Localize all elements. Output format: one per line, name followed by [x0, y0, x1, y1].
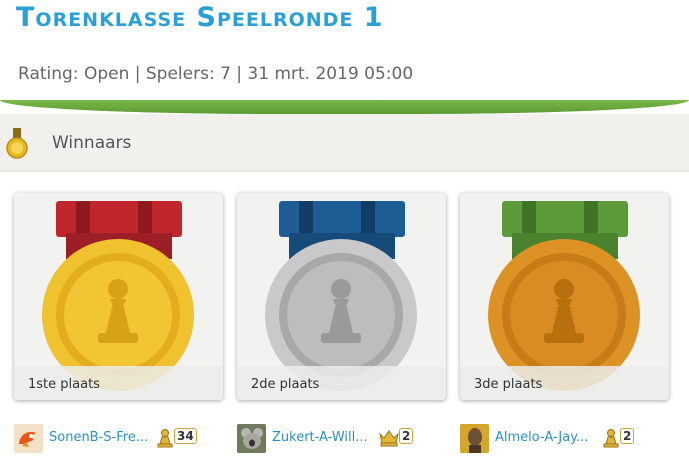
dragon-avatar[interactable]: [14, 424, 43, 453]
trophy-count: 2: [620, 428, 635, 444]
second-place-card[interactable]: 2de plaats: [237, 193, 446, 400]
trophy-count: 2: [399, 428, 414, 444]
winner-first: SonenB-S-Fre... 34: [14, 424, 214, 454]
koala-avatar[interactable]: [237, 424, 266, 453]
pawn-trophy-icon: [603, 429, 619, 448]
queen-trophy-icon: [379, 430, 399, 447]
winner-second: Zukert-A-Will... 2: [237, 424, 437, 454]
winners-section-header: Winnaars: [0, 114, 689, 172]
first-place-card[interactable]: 1ste plaats: [14, 193, 223, 400]
winner-username[interactable]: Zukert-A-Will...: [272, 430, 368, 445]
page-title: Torenklasse Speelronde 1: [16, 2, 384, 33]
third-place-card[interactable]: 3de plaats: [460, 193, 669, 400]
winner-third: Almelo-A-Jay... 2: [460, 424, 670, 454]
pawn-trophy-icon: [157, 429, 173, 448]
winner-username[interactable]: Almelo-A-Jay...: [495, 430, 588, 445]
placement-label: 2de plaats: [251, 377, 320, 392]
winner-username[interactable]: SonenB-S-Fre...: [49, 430, 148, 445]
trophy-count: 34: [174, 428, 197, 444]
section-title: Winnaars: [52, 133, 132, 153]
medal-icon: [6, 128, 28, 159]
placement-label: 1ste plaats: [28, 377, 100, 392]
tournament-info: Rating: Open | Spelers: 7 | 31 mrt. 2019…: [18, 64, 414, 84]
decorative-divider: [0, 100, 689, 114]
placement-label: 3de plaats: [474, 377, 543, 392]
person-avatar[interactable]: [460, 424, 489, 453]
